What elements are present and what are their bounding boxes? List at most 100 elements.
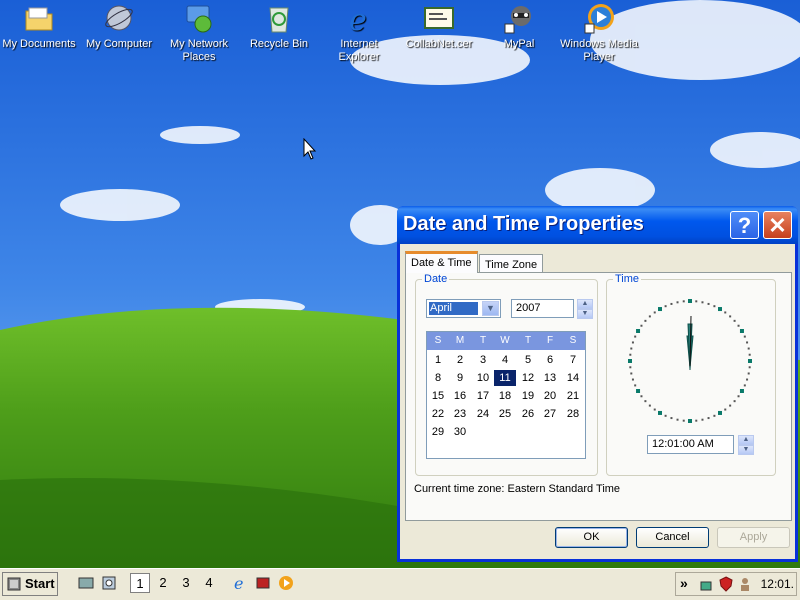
collabnet-cer-desktop-icon[interactable]: CollabNet.cer: [400, 2, 478, 51]
year-down-arrow-icon[interactable]: ▼: [577, 309, 593, 319]
time-group-legend: Time: [613, 273, 642, 285]
clock-minute-tick: [629, 353, 632, 356]
collabnet-cer-label: CollabNet.cer: [405, 38, 473, 50]
calendar-day[interactable]: 6: [539, 352, 561, 368]
calendar-day[interactable]: 7: [562, 352, 584, 368]
calendar-day[interactable]: 2: [449, 352, 471, 368]
internet-explorer-desktop-icon[interactable]: e Internet Explorer: [320, 2, 398, 64]
month-value: April: [429, 302, 478, 315]
clock-minute-tick: [743, 335, 746, 338]
time-up-arrow-icon[interactable]: ▲: [738, 435, 754, 445]
user-tray-icon[interactable]: [737, 576, 753, 592]
clock-minute-tick: [629, 366, 632, 369]
mypal-desktop-icon[interactable]: MyPal: [480, 2, 558, 51]
calendar-day[interactable]: 29: [427, 424, 449, 440]
year-input[interactable]: 2007: [511, 299, 574, 318]
ok-button[interactable]: OK: [555, 527, 628, 548]
clock-hour-tick: [628, 359, 632, 363]
calendar-day[interactable]: 14: [562, 370, 584, 386]
calendar-day[interactable]: 23: [449, 406, 471, 422]
clock-hour-tick: [688, 419, 692, 423]
time-input[interactable]: 12:01:00 AM: [647, 435, 734, 454]
network-tray-icon[interactable]: [699, 576, 715, 592]
workspace-4[interactable]: 4: [199, 573, 219, 593]
clock-minute-tick: [724, 311, 727, 314]
media-player-icon: [583, 2, 615, 34]
calendar-day[interactable]: 4: [494, 352, 516, 368]
calendar-day[interactable]: 22: [427, 406, 449, 422]
close-button[interactable]: ✕: [763, 211, 792, 239]
internet-explorer-quicklaunch-icon[interactable]: e: [232, 574, 248, 593]
shield-icon[interactable]: [718, 576, 734, 592]
clock-minute-tick: [724, 408, 727, 411]
calendar-day[interactable]: 5: [517, 352, 539, 368]
clock-minute-tick: [701, 301, 704, 304]
folder-icon: [23, 2, 55, 34]
media-player-quicklaunch-icon[interactable]: [278, 575, 294, 591]
tab-time-zone[interactable]: Time Zone: [479, 254, 544, 274]
calendar-day[interactable]: 17: [472, 388, 494, 404]
calendar-day-selected[interactable]: 11: [494, 370, 516, 386]
year-up-arrow-icon[interactable]: ▲: [577, 299, 593, 309]
calendar-day[interactable]: 28: [562, 406, 584, 422]
clock[interactable]: 12:01.: [761, 577, 794, 591]
cancel-button[interactable]: Cancel: [636, 527, 709, 548]
clock-hour-tick: [718, 307, 722, 312]
calendar-day[interactable]: 19: [517, 388, 539, 404]
calendar-day[interactable]: 16: [449, 388, 471, 404]
clock-hour-tick: [688, 299, 692, 303]
file-manager-icon[interactable]: [101, 575, 117, 591]
calendar-day[interactable]: 1: [427, 352, 449, 368]
apply-button[interactable]: Apply: [717, 527, 790, 548]
time-down-arrow-icon[interactable]: ▼: [738, 445, 754, 455]
clock-minute-tick: [664, 305, 667, 308]
calendar-day[interactable]: 21: [562, 388, 584, 404]
calendar-day[interactable]: 3: [472, 352, 494, 368]
calendar-day[interactable]: 18: [494, 388, 516, 404]
calendar-day[interactable]: 10: [472, 370, 494, 386]
clock-hour-tick: [658, 410, 662, 415]
my-documents-label: My Documents: [2, 38, 76, 50]
start-button[interactable]: Start: [2, 572, 58, 596]
windows-media-player-desktop-icon[interactable]: Windows Media Player: [560, 2, 638, 64]
taskbar: Start 1 2 3 4 e » 12:01.: [0, 568, 800, 600]
current-time-zone-value: Eastern Standard Time: [507, 483, 621, 495]
calendar-day[interactable]: 9: [449, 370, 471, 386]
clock-minute-tick: [664, 414, 667, 417]
recycle-bin-desktop-icon[interactable]: Recycle Bin: [240, 2, 318, 51]
date-group: Date April ▼ 2007 ▲ ▼ S M T W T F S 1 2 …: [415, 273, 598, 476]
clock-minute-tick: [695, 419, 698, 422]
calendar-day[interactable]: 8: [427, 370, 449, 386]
chevron-down-icon[interactable]: ▼: [482, 301, 499, 316]
calendar-day[interactable]: 13: [539, 370, 561, 386]
title-bar[interactable]: Date and Time Properties ? ✕: [397, 206, 798, 244]
workspace-3[interactable]: 3: [176, 573, 196, 593]
calendar-day[interactable]: 25: [494, 406, 516, 422]
calendar-day[interactable]: 20: [539, 388, 561, 404]
my-documents-desktop-icon[interactable]: My Documents: [0, 2, 78, 51]
tray-expand-icon[interactable]: »: [680, 575, 688, 591]
app-quicklaunch-icon[interactable]: [255, 575, 271, 591]
workspace-2[interactable]: 2: [153, 573, 173, 593]
show-desktop-icon[interactable]: [78, 575, 94, 591]
clock-minute-tick: [631, 378, 634, 381]
calendar-day[interactable]: 12: [517, 370, 539, 386]
clock-minute-tick: [676, 301, 679, 304]
internet-explorer-icon: e: [343, 2, 375, 38]
calendar-day[interactable]: 26: [517, 406, 539, 422]
tab-date-time[interactable]: Date & Time: [405, 251, 478, 273]
workspace-1[interactable]: 1: [130, 573, 150, 593]
current-time-zone: Current time zone: Eastern Standard Time: [414, 483, 620, 495]
help-button[interactable]: ?: [730, 211, 759, 239]
start-logo-icon: [7, 577, 21, 591]
calendar-day[interactable]: 27: [539, 406, 561, 422]
clock-minute-tick: [670, 302, 673, 305]
month-dropdown[interactable]: April ▼: [426, 299, 501, 318]
my-computer-desktop-icon[interactable]: My Computer: [80, 2, 158, 51]
calendar-day[interactable]: 24: [472, 406, 494, 422]
calendar-day[interactable]: 15: [427, 388, 449, 404]
my-network-places-desktop-icon[interactable]: My Network Places: [160, 2, 238, 64]
calendar-day[interactable]: 30: [449, 424, 471, 440]
clock-minute-tick: [748, 353, 751, 356]
day-header-fri: F: [546, 335, 554, 346]
